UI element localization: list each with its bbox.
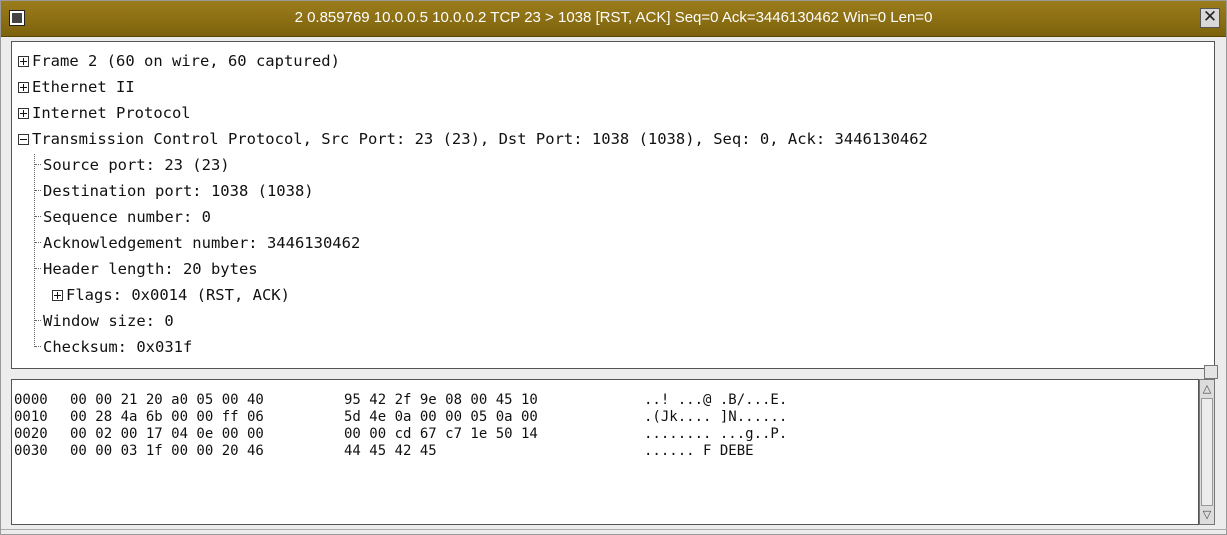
- hex-dump-pane[interactable]: 0000 00 00 21 20 a0 05 00 40 95 42 2f 9e…: [11, 379, 1199, 525]
- hex-offset: 0010: [14, 409, 48, 425]
- hex-ascii: ........ ...g..P.: [644, 426, 788, 442]
- hex-bytes: 95 42 2f 9e 08 00 45 10: [344, 392, 538, 408]
- hex-row: 0000 00 00 21 20 a0 05 00 40 95 42 2f 9e…: [14, 392, 787, 408]
- tree-branch: [35, 242, 41, 243]
- tree-item-sequence-number[interactable]: Sequence number: 0: [35, 204, 211, 230]
- expand-icon[interactable]: [52, 290, 63, 301]
- tree-item-ip[interactable]: Internet Protocol: [18, 100, 191, 126]
- splitter-handle[interactable]: [1204, 365, 1218, 379]
- hex-ascii: ..! ...@ .B/...E.: [644, 392, 788, 408]
- tree-item-flags[interactable]: Flags: 0x0014 (RST, ACK): [52, 282, 290, 308]
- tree-item-ack-number[interactable]: Acknowledgement number: 3446130462: [35, 230, 360, 256]
- window-title: 2 0.859769 10.0.0.5 10.0.0.2 TCP 23 > 10…: [294, 9, 933, 26]
- tree-item-frame[interactable]: Frame 2 (60 on wire, 60 captured): [18, 48, 340, 74]
- scroll-thumb[interactable]: [1201, 398, 1213, 506]
- hex-ascii: .(Jk.... ]N......: [644, 409, 788, 425]
- close-icon[interactable]: ✕: [1200, 8, 1220, 28]
- tree-item-source-port[interactable]: Source port: 23 (23): [35, 152, 230, 178]
- hex-offset: 0000: [14, 392, 48, 408]
- tree-branch: [35, 164, 41, 165]
- hex-row: 0010 00 28 4a 6b 00 00 ff 06 5d 4e 0a 00…: [14, 409, 787, 425]
- tree-branch: [35, 268, 41, 269]
- tree-item-label: Transmission Control Protocol, Src Port:…: [32, 130, 928, 148]
- tree-item-header-length[interactable]: Header length: 20 bytes: [35, 256, 258, 282]
- tree-branch: [35, 320, 41, 321]
- protocol-tree-pane[interactable]: Frame 2 (60 on wire, 60 captured) Ethern…: [11, 41, 1215, 369]
- hex-bytes: 00 28 4a 6b 00 00 ff 06: [70, 409, 264, 425]
- hex-row: 0030 00 00 03 1f 00 00 20 46 44 45 42 45…: [14, 443, 754, 459]
- pane-splitter[interactable]: [1, 365, 1227, 379]
- tree-item-label: Internet Protocol: [32, 104, 191, 122]
- tree-item-label: Frame 2 (60 on wire, 60 captured): [32, 52, 340, 70]
- hex-bytes: 5d 4e 0a 00 00 05 0a 00: [344, 409, 538, 425]
- scroll-up-icon[interactable]: △: [1200, 382, 1214, 396]
- hex-bytes: 00 00 03 1f 00 00 20 46: [70, 443, 264, 459]
- hex-offset: 0020: [14, 426, 48, 442]
- hex-bytes: 00 00 21 20 a0 05 00 40: [70, 392, 264, 408]
- tree-item-ethernet[interactable]: Ethernet II: [18, 74, 135, 100]
- title-bar[interactable]: 2 0.859769 10.0.0.5 10.0.0.2 TCP 23 > 10…: [1, 1, 1226, 37]
- hex-offset: 0030: [14, 443, 48, 459]
- tree-branch: [35, 216, 41, 217]
- hex-ascii: ...... F DEBE: [644, 443, 754, 459]
- hex-bytes: 44 45 42 45: [344, 443, 437, 459]
- tree-item-label: Checksum: 0x031f: [43, 338, 193, 356]
- tree-item-label: Destination port: 1038 (1038): [43, 182, 314, 200]
- collapse-icon[interactable]: [18, 134, 29, 145]
- packet-detail-window: 2 0.859769 10.0.0.5 10.0.0.2 TCP 23 > 10…: [0, 0, 1227, 535]
- hex-row: 0020 00 02 00 17 04 0e 00 00 00 00 cd 67…: [14, 426, 787, 442]
- tree-branch: [35, 346, 41, 347]
- expand-icon[interactable]: [18, 56, 29, 67]
- tree-item-checksum[interactable]: Checksum: 0x031f: [35, 334, 192, 360]
- expand-icon[interactable]: [18, 82, 29, 93]
- hex-bytes: 00 02 00 17 04 0e 00 00: [70, 426, 264, 442]
- scroll-down-icon[interactable]: ▽: [1200, 508, 1214, 522]
- tree-item-label: Ethernet II: [32, 78, 135, 96]
- tree-item-window-size[interactable]: Window size: 0: [35, 308, 174, 334]
- tree-item-label: Source port: 23 (23): [43, 156, 230, 174]
- tree-item-label: Sequence number: 0: [43, 208, 211, 226]
- tree-item-tcp[interactable]: Transmission Control Protocol, Src Port:…: [18, 126, 928, 152]
- tree-item-label: Acknowledgement number: 3446130462: [43, 234, 361, 252]
- tree-item-label: Header length: 20 bytes: [43, 260, 258, 278]
- tree-item-label: Window size: 0: [43, 312, 174, 330]
- window-bottom-edge: [1, 529, 1227, 535]
- hex-scrollbar[interactable]: △ ▽: [1199, 379, 1215, 525]
- expand-icon[interactable]: [18, 108, 29, 119]
- tree-item-destination-port[interactable]: Destination port: 1038 (1038): [35, 178, 314, 204]
- tree-item-label: Flags: 0x0014 (RST, ACK): [66, 286, 290, 304]
- tree-branch: [35, 190, 41, 191]
- hex-bytes: 00 00 cd 67 c7 1e 50 14: [344, 426, 538, 442]
